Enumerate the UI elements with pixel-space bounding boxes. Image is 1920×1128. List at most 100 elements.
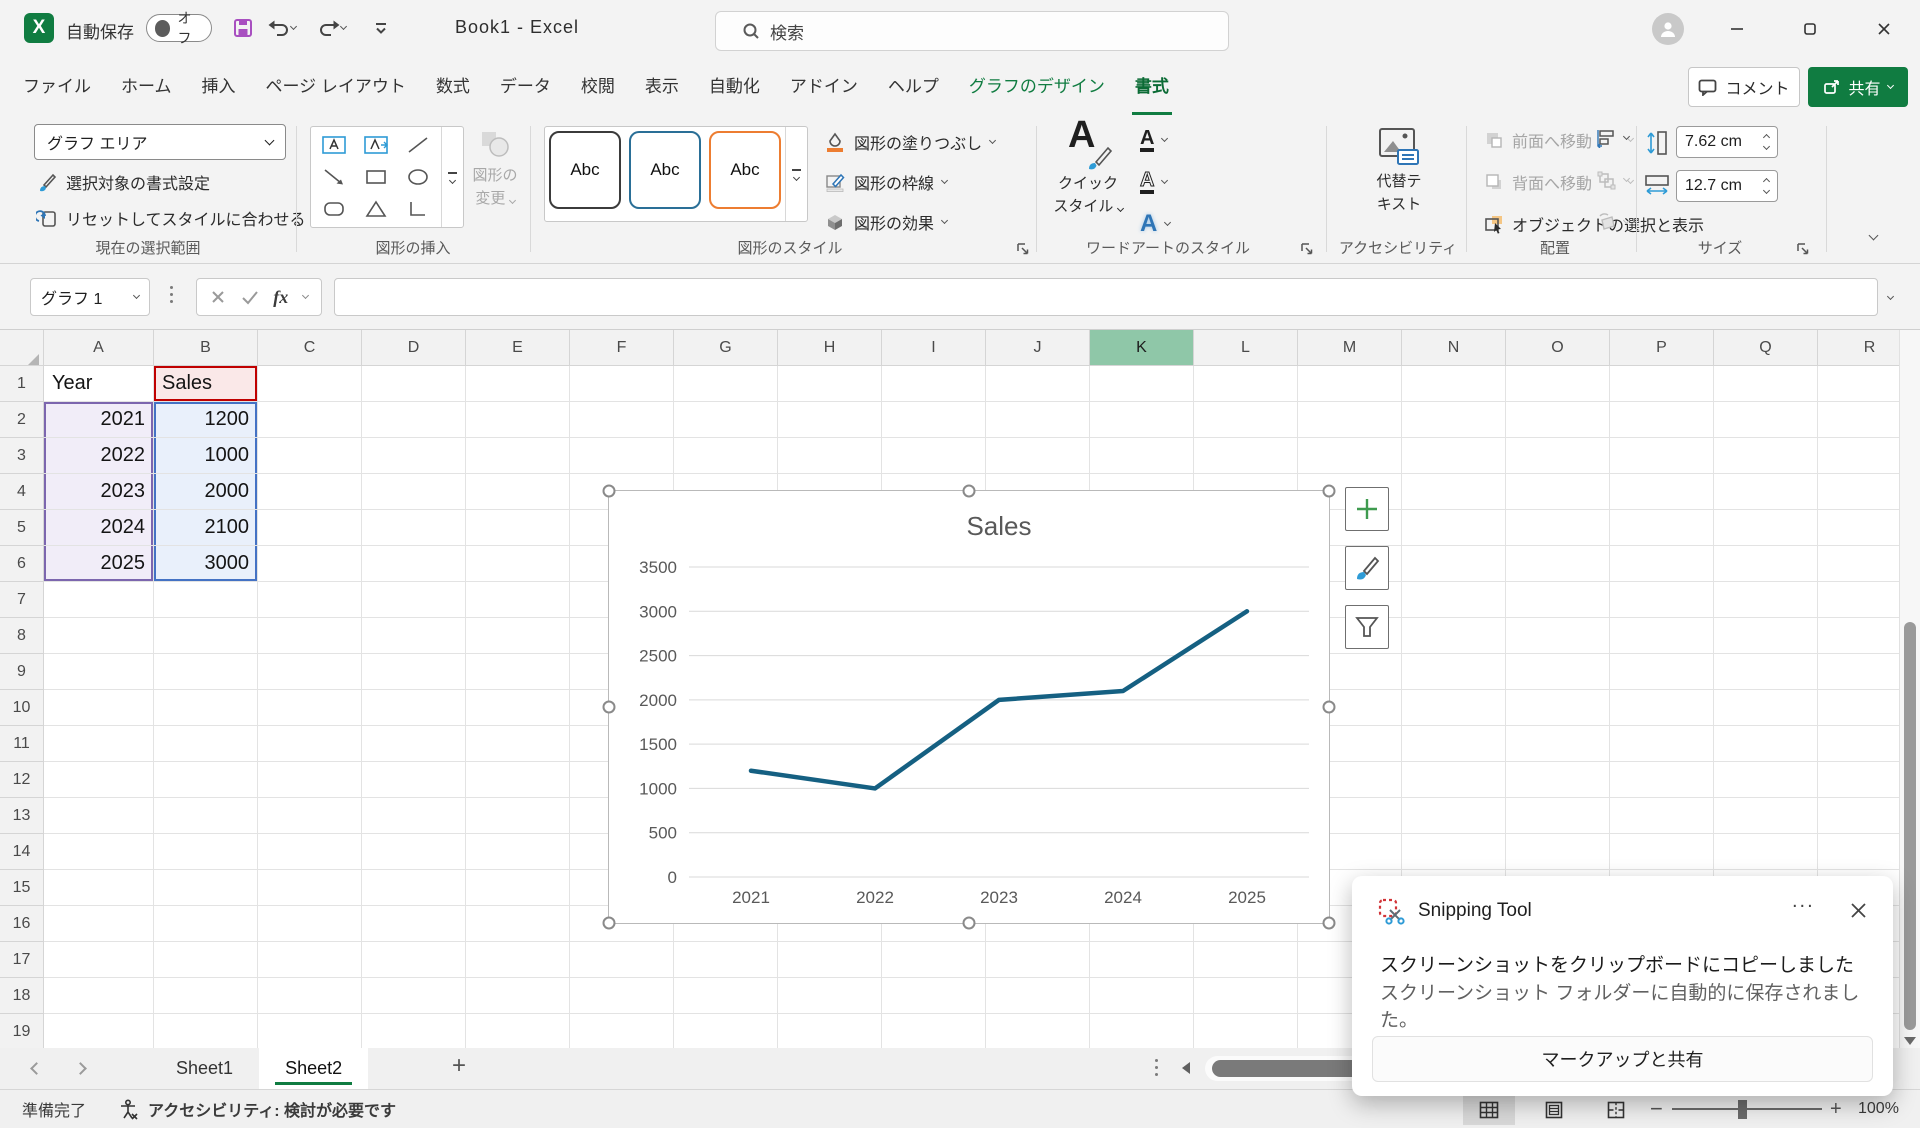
- cell-B7[interactable]: [154, 582, 258, 618]
- cell-A17[interactable]: [44, 942, 154, 978]
- cell-R3[interactable]: [1818, 438, 1899, 474]
- cell-R12[interactable]: [1818, 762, 1899, 798]
- row-header-9[interactable]: 9: [0, 654, 44, 690]
- cell-R2[interactable]: [1818, 402, 1899, 438]
- cell-N10[interactable]: [1402, 690, 1506, 726]
- cell-Q3[interactable]: [1714, 438, 1818, 474]
- cell-R14[interactable]: [1818, 834, 1899, 870]
- cell-E4[interactable]: [466, 474, 570, 510]
- cell-H18[interactable]: [778, 978, 882, 1014]
- cell-R7[interactable]: [1818, 582, 1899, 618]
- cell-C8[interactable]: [258, 618, 362, 654]
- customize-quick-access-button[interactable]: [366, 14, 396, 42]
- column-header-J[interactable]: J: [986, 330, 1090, 366]
- cell-P9[interactable]: [1610, 654, 1714, 690]
- elbow-connector-icon[interactable]: [397, 193, 439, 225]
- cell-A9[interactable]: [44, 654, 154, 690]
- cell-A1[interactable]: Year: [44, 366, 154, 402]
- row-header-7[interactable]: 7: [0, 582, 44, 618]
- cell-P8[interactable]: [1610, 618, 1714, 654]
- markup-and-share-button[interactable]: マークアップと共有: [1372, 1036, 1873, 1082]
- cell-O11[interactable]: [1506, 726, 1610, 762]
- cell-B13[interactable]: [154, 798, 258, 834]
- column-header-A[interactable]: A: [44, 330, 154, 366]
- next-sheet-button[interactable]: [74, 1062, 87, 1075]
- cell-O7[interactable]: [1506, 582, 1610, 618]
- page-layout-view-button[interactable]: [1528, 1094, 1580, 1125]
- row-header-8[interactable]: 8: [0, 618, 44, 654]
- row-header-2[interactable]: 2: [0, 402, 44, 438]
- cell-M2[interactable]: [1298, 402, 1402, 438]
- cell-H19[interactable]: [778, 1014, 882, 1048]
- cell-J19[interactable]: [986, 1014, 1090, 1048]
- comments-button[interactable]: コメント: [1688, 67, 1800, 107]
- cell-K17[interactable]: [1090, 942, 1194, 978]
- cell-N4[interactable]: [1402, 474, 1506, 510]
- shape-style-sample-1[interactable]: Abc: [549, 131, 621, 209]
- alt-text-button[interactable]: 代替テ キスト: [1344, 126, 1454, 214]
- cell-C14[interactable]: [258, 834, 362, 870]
- cell-R11[interactable]: [1818, 726, 1899, 762]
- cell-Q8[interactable]: [1714, 618, 1818, 654]
- cell-D5[interactable]: [362, 510, 466, 546]
- cell-R13[interactable]: [1818, 798, 1899, 834]
- column-header-F[interactable]: F: [570, 330, 674, 366]
- ribbon-tab-書式[interactable]: 書式: [1120, 56, 1184, 118]
- cell-Q13[interactable]: [1714, 798, 1818, 834]
- shape-height-field[interactable]: 7.62 cm: [1676, 126, 1778, 158]
- cell-E1[interactable]: [466, 366, 570, 402]
- avatar[interactable]: [1652, 13, 1684, 45]
- cell-L3[interactable]: [1194, 438, 1298, 474]
- chart-resize-handle[interactable]: [963, 485, 976, 498]
- toast-more-button[interactable]: ...: [1792, 890, 1815, 913]
- column-header-C[interactable]: C: [258, 330, 362, 366]
- sheet-tab-Sheet1[interactable]: Sheet1: [150, 1048, 259, 1089]
- text-outline-button[interactable]: A: [1140, 170, 1167, 194]
- select-all-corner[interactable]: [28, 354, 39, 365]
- cell-B3[interactable]: 1000: [154, 438, 258, 474]
- cell-M3[interactable]: [1298, 438, 1402, 474]
- search-input[interactable]: 検索: [715, 11, 1229, 51]
- cell-D4[interactable]: [362, 474, 466, 510]
- column-header-Q[interactable]: Q: [1714, 330, 1818, 366]
- zoom-slider-thumb[interactable]: [1738, 1100, 1747, 1119]
- shape-width-field[interactable]: 12.7 cm: [1676, 170, 1778, 202]
- normal-view-button[interactable]: [1463, 1094, 1515, 1125]
- cell-R9[interactable]: [1818, 654, 1899, 690]
- align-objects-button[interactable]: [1596, 128, 1629, 148]
- cell-B2[interactable]: 1200: [154, 402, 258, 438]
- cell-A7[interactable]: [44, 582, 154, 618]
- column-header-D[interactable]: D: [362, 330, 466, 366]
- cell-J1[interactable]: [986, 366, 1090, 402]
- cell-D17[interactable]: [362, 942, 466, 978]
- cell-O3[interactable]: [1506, 438, 1610, 474]
- close-button[interactable]: [1862, 14, 1906, 44]
- ribbon-tab-グラフのデザイン[interactable]: グラフのデザイン: [954, 56, 1120, 118]
- cell-G18[interactable]: [674, 978, 778, 1014]
- cell-P6[interactable]: [1610, 546, 1714, 582]
- cell-P14[interactable]: [1610, 834, 1714, 870]
- row-header-17[interactable]: 17: [0, 942, 44, 978]
- cell-C5[interactable]: [258, 510, 362, 546]
- cell-K1[interactable]: [1090, 366, 1194, 402]
- cell-A19[interactable]: [44, 1014, 154, 1048]
- tab-scroll-splitter[interactable]: [1155, 1059, 1158, 1076]
- cell-E19[interactable]: [466, 1014, 570, 1048]
- row-header-19[interactable]: 19: [0, 1014, 44, 1048]
- share-button[interactable]: 共有: [1808, 67, 1908, 107]
- cell-E5[interactable]: [466, 510, 570, 546]
- cell-A4[interactable]: 2023: [44, 474, 154, 510]
- cell-D12[interactable]: [362, 762, 466, 798]
- cell-O5[interactable]: [1506, 510, 1610, 546]
- cell-C10[interactable]: [258, 690, 362, 726]
- cell-L17[interactable]: [1194, 942, 1298, 978]
- row-header-3[interactable]: 3: [0, 438, 44, 474]
- cell-F3[interactable]: [570, 438, 674, 474]
- cell-R6[interactable]: [1818, 546, 1899, 582]
- new-sheet-button[interactable]: +: [452, 1052, 466, 1080]
- page-break-preview-button[interactable]: [1590, 1094, 1642, 1125]
- cell-L19[interactable]: [1194, 1014, 1298, 1048]
- chart-resize-handle[interactable]: [1323, 485, 1336, 498]
- cell-C7[interactable]: [258, 582, 362, 618]
- name-box[interactable]: グラフ 1: [30, 278, 150, 316]
